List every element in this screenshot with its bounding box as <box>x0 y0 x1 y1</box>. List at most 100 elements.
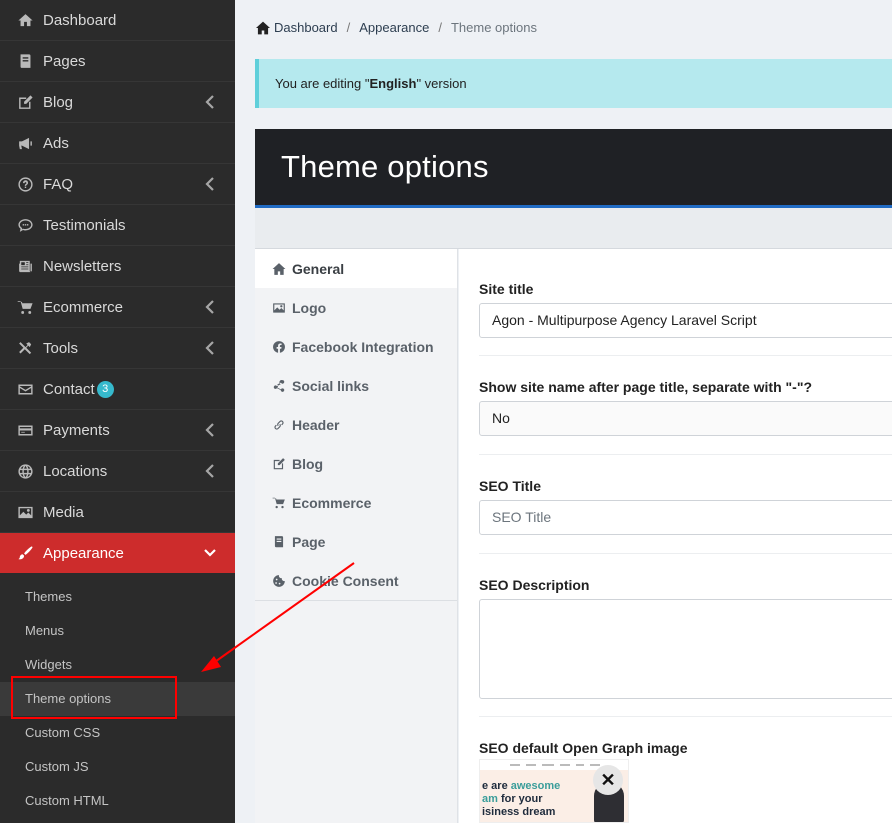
sidebar-item-label: Dashboard <box>43 11 117 29</box>
seo-description-field: SEO Description <box>479 577 892 699</box>
tab-blog[interactable]: Blog <box>255 444 457 483</box>
sidebar-item-label: Newsletters <box>43 257 122 275</box>
preview-line2-plain: for your <box>497 793 543 805</box>
tab-page[interactable]: Page <box>255 522 457 561</box>
sidebar-item-contact[interactable]: Contact 3 <box>0 369 235 410</box>
tab-label: Blog <box>292 455 324 472</box>
show-site-name-field: Show site name after page title, separat… <box>479 379 892 436</box>
seo-description-textarea[interactable] <box>479 599 892 699</box>
sidebar-item-media[interactable]: Media <box>0 492 235 533</box>
seo-title-field: SEO Title SEO Title <box>479 478 892 535</box>
remove-image-button[interactable]: ✕ <box>593 765 623 795</box>
sidebar-item-newsletters[interactable]: Newsletters <box>0 246 235 287</box>
alert-language: English <box>369 76 417 91</box>
cookie-icon <box>271 573 287 589</box>
submenu-item-themes[interactable]: Themes <box>0 580 235 614</box>
link-icon <box>271 417 287 433</box>
breadcrumb-appearance-link[interactable]: Appearance <box>359 20 429 35</box>
tab-facebook-integration[interactable]: Facebook Integration <box>255 327 457 366</box>
tab-label: Logo <box>292 299 327 316</box>
seo-title-input[interactable]: SEO Title <box>479 500 892 535</box>
tab-header[interactable]: Header <box>255 405 457 444</box>
sidebar-item-label: Pages <box>43 52 86 70</box>
globe-icon <box>16 462 34 480</box>
submenu-item-widgets[interactable]: Widgets <box>0 648 235 682</box>
breadcrumb-separator: / <box>346 20 351 35</box>
sidebar-item-label: Media <box>43 503 84 521</box>
submenu-item-menus[interactable]: Menus <box>0 614 235 648</box>
tab-cookie-consent[interactable]: Cookie Consent <box>255 561 457 600</box>
sidebar: Dashboard Pages Blog Ads FAQ Testimonial… <box>0 0 235 823</box>
image-icon <box>271 300 287 316</box>
sidebar-item-label: Appearance <box>43 544 124 562</box>
sidebar-item-label: Tools <box>43 339 79 357</box>
panel-toolbar <box>255 208 892 249</box>
sidebar-item-dashboard[interactable]: Dashboard <box>0 0 235 41</box>
tab-logo[interactable]: Logo <box>255 288 457 327</box>
tab-label: Social links <box>292 377 370 394</box>
site-title-input[interactable]: Agon - Multipurpose Agency Laravel Scrip… <box>479 303 892 338</box>
sidebar-item-label: Blog <box>43 93 74 111</box>
divider <box>479 355 892 356</box>
preview-line1-plain: e are <box>482 780 511 792</box>
alert-suffix: " version <box>416 76 467 91</box>
preview-line3: isiness dream <box>482 806 556 818</box>
sidebar-item-appearance[interactable]: Appearance <box>0 533 235 573</box>
panel-header: Theme options <box>255 129 892 208</box>
general-settings-form: Site title Agon - Multipurpose Agency La… <box>459 249 892 823</box>
sidebar-item-locations[interactable]: Locations <box>0 451 235 492</box>
preview-headline: e are awesome am for your isiness dream <box>482 780 560 819</box>
og-image-label: SEO default Open Graph image <box>479 740 688 756</box>
question-icon <box>16 175 34 193</box>
newspaper-icon <box>16 257 34 275</box>
paintbrush-icon <box>16 544 34 562</box>
tab-general[interactable]: General <box>255 249 457 288</box>
page-title: Theme options <box>281 149 489 184</box>
chevron-left-icon <box>205 340 215 356</box>
sidebar-item-pages[interactable]: Pages <box>0 41 235 82</box>
comment-icon <box>16 216 34 234</box>
show-site-name-label: Show site name after page title, separat… <box>479 379 813 395</box>
settings-tabs: General Logo Facebook Integration Social… <box>255 249 458 823</box>
sidebar-item-label: Payments <box>43 421 110 439</box>
chevron-left-icon <box>205 463 215 479</box>
edit-icon <box>271 456 287 472</box>
preview-line1-accent: awesome <box>510 780 561 792</box>
breadcrumb-dashboard-link[interactable]: Dashboard <box>274 20 338 35</box>
home-icon <box>271 261 287 277</box>
breadcrumb: Dashboard / Appearance / Theme options <box>255 20 537 35</box>
sidebar-item-label: Ecommerce <box>43 298 124 316</box>
facebook-icon <box>271 339 287 355</box>
submenu-item-custom-html[interactable]: Custom HTML <box>0 784 235 818</box>
home-icon <box>255 21 271 35</box>
sidebar-item-ads[interactable]: Ads <box>0 123 235 164</box>
contact-count-badge: 3 <box>96 380 114 398</box>
tab-label: Page <box>292 533 326 550</box>
sidebar-item-tools[interactable]: Tools <box>0 328 235 369</box>
show-site-name-select[interactable]: No <box>479 401 892 436</box>
sidebar-item-blog[interactable]: Blog <box>0 82 235 123</box>
pages-icon <box>16 52 34 70</box>
sidebar-item-label: Ads <box>43 134 69 152</box>
tab-social-links[interactable]: Social links <box>255 366 457 405</box>
divider <box>479 716 892 717</box>
sidebar-item-testimonials[interactable]: Testimonials <box>0 205 235 246</box>
sidebar-item-ecommerce[interactable]: Ecommerce <box>0 287 235 328</box>
sidebar-item-payments[interactable]: Payments <box>0 410 235 451</box>
envelope-icon <box>16 380 34 398</box>
submenu-item-custom-js[interactable]: Custom JS <box>0 750 235 784</box>
tab-label: General <box>292 260 345 277</box>
submenu-item-theme-options[interactable]: Theme options <box>0 682 235 716</box>
sidebar-item-faq[interactable]: FAQ <box>0 164 235 205</box>
sidebar-item-label: Locations <box>43 462 108 480</box>
sidebar-item-label: Contact <box>43 380 95 398</box>
seo-title-label: SEO Title <box>479 478 541 494</box>
home-icon <box>16 11 34 29</box>
tab-ecommerce[interactable]: Ecommerce <box>255 483 457 522</box>
submenu-item-custom-css[interactable]: Custom CSS <box>0 716 235 750</box>
cart-icon <box>271 495 287 511</box>
image-icon <box>16 503 34 521</box>
pages-icon <box>271 534 287 550</box>
divider <box>479 454 892 455</box>
site-title-field: Site title Agon - Multipurpose Agency La… <box>479 281 892 338</box>
